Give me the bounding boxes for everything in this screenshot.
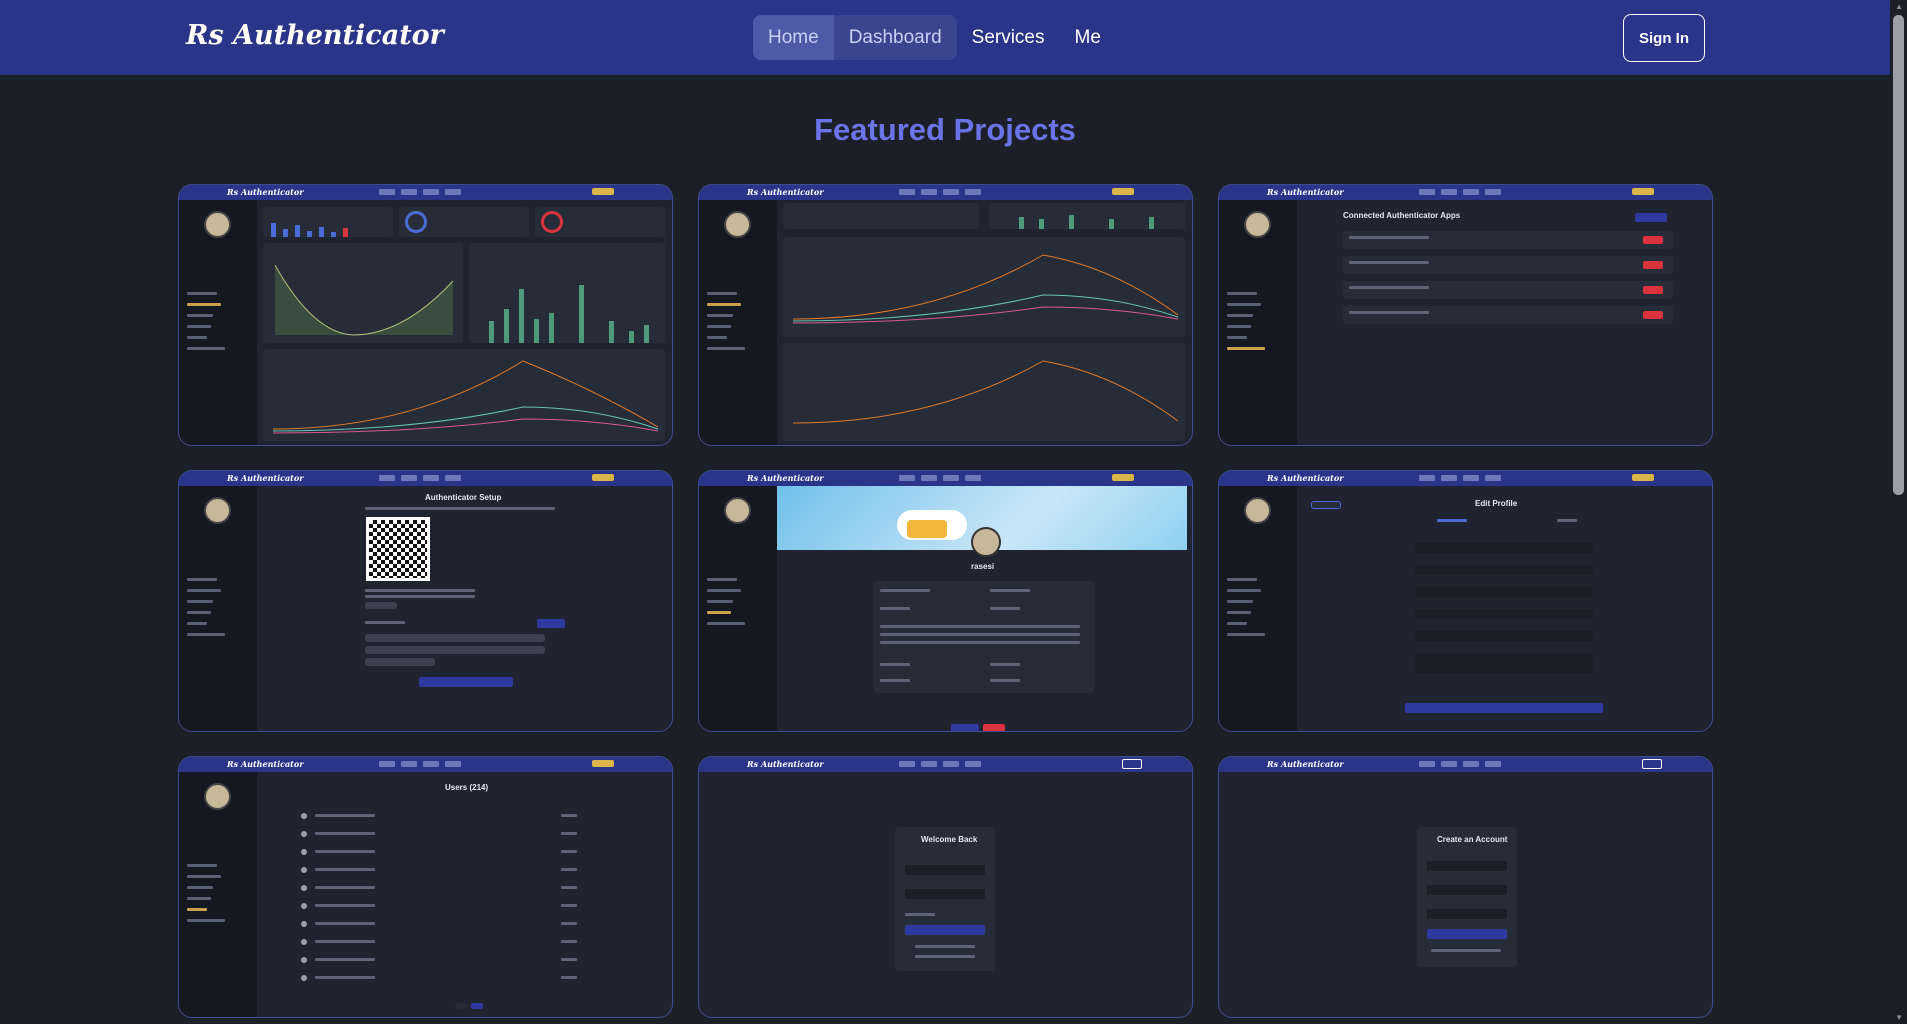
- table-row: [301, 849, 591, 857]
- qr-code: [366, 517, 430, 581]
- nav-dashboard[interactable]: Dashboard: [833, 15, 957, 60]
- mini-area-chart: [263, 243, 463, 343]
- nav-services[interactable]: Services: [957, 15, 1060, 60]
- edit-profile-form: [1405, 529, 1603, 679]
- table-row: [301, 813, 591, 821]
- mini-navbar: Rs Authenticator: [1219, 757, 1712, 772]
- top-navbar: Rs Authenticator Home Dashboard Services…: [0, 0, 1890, 75]
- table-row: [301, 957, 591, 965]
- project-card-signup[interactable]: Rs Authenticator Create an Account: [1218, 756, 1713, 1018]
- mini-sidebar: [1219, 200, 1297, 445]
- table-row: [301, 975, 591, 983]
- scroll-down-icon[interactable]: ▼: [1895, 1013, 1903, 1022]
- mini-gauge-panel-2: [535, 207, 665, 237]
- nav-me[interactable]: Me: [1060, 15, 1116, 60]
- project-card-users[interactable]: Rs Authenticator Users (214): [178, 756, 673, 1018]
- mini-bar-chart: [469, 243, 665, 343]
- page-scrollbar[interactable]: ▲ ▼: [1890, 0, 1907, 1024]
- mini-title: Create an Account: [1437, 835, 1508, 844]
- nav-home[interactable]: Home: [753, 15, 834, 60]
- mini-sidebar: [1219, 486, 1297, 731]
- table-row: [301, 921, 591, 929]
- brand-logo[interactable]: Rs Authenticator: [186, 20, 444, 51]
- nav-links: Home Dashboard Services Me: [753, 15, 1116, 60]
- table-row: [301, 885, 591, 893]
- scroll-thumb[interactable]: [1893, 15, 1904, 495]
- mini-title: Authenticator Setup: [425, 493, 502, 502]
- mini-sidebar: [179, 772, 257, 1017]
- mini-title: Welcome Back: [921, 835, 978, 844]
- mini-bar-panel: [263, 207, 393, 237]
- mini-panel: [989, 203, 1185, 229]
- table-row: [301, 903, 591, 911]
- mini-sidebar: [179, 200, 257, 445]
- mini-brand: Rs Authenticator: [747, 759, 824, 769]
- mini-brand: Rs Authenticator: [1267, 187, 1344, 197]
- mini-brand: Rs Authenticator: [227, 187, 304, 197]
- mini-sidebar: [699, 486, 777, 731]
- profile-details: [874, 581, 1094, 693]
- mini-title: Users (214): [445, 783, 489, 792]
- mini-title: Connected Authenticator Apps: [1343, 211, 1461, 220]
- mini-line-chart: [263, 349, 665, 441]
- project-card-edit-profile[interactable]: Rs Authenticator Edit Profile: [1218, 470, 1713, 732]
- mini-brand: Rs Authenticator: [747, 187, 824, 197]
- signup-box: Create an Account: [1417, 827, 1517, 967]
- mini-navbar: Rs Authenticator: [1219, 185, 1712, 200]
- mini-navbar: Rs Authenticator: [699, 185, 1192, 200]
- mini-gauge-panel: [399, 207, 529, 237]
- project-card-profile[interactable]: Rs Authenticator rasesi: [698, 470, 1193, 732]
- mini-line-chart: [783, 237, 1185, 337]
- table-row: [301, 939, 591, 947]
- mini-line-chart-2: [783, 343, 1185, 441]
- mini-navbar: Rs Authenticator: [1219, 471, 1712, 486]
- mini-panel: [783, 203, 979, 229]
- mini-title: Edit Profile: [1475, 499, 1518, 508]
- mini-navbar: Rs Authenticator: [179, 757, 672, 772]
- project-card-signin[interactable]: Rs Authenticator Welcome Back: [698, 756, 1193, 1018]
- mini-navbar: Rs Authenticator: [179, 471, 672, 486]
- table-row: [301, 831, 591, 839]
- mini-navbar: Rs Authenticator: [179, 185, 672, 200]
- mini-navbar: Rs Authenticator: [699, 471, 1192, 486]
- mini-brand: Rs Authenticator: [227, 473, 304, 483]
- mini-sidebar: [179, 486, 257, 731]
- mini-brand: Rs Authenticator: [227, 759, 304, 769]
- page-title: Featured Projects: [814, 112, 1076, 147]
- project-card-setup[interactable]: Rs Authenticator Authenticator Setup: [178, 470, 673, 732]
- table-row: [301, 867, 591, 875]
- sign-in-button[interactable]: Sign In: [1623, 14, 1705, 62]
- mini-sidebar: [699, 200, 777, 445]
- project-card-connected-apps[interactable]: Rs Authenticator Connected Authenticator…: [1218, 184, 1713, 446]
- project-card-dashboard[interactable]: Rs Authenticator: [178, 184, 673, 446]
- scroll-up-icon[interactable]: ▲: [1895, 2, 1903, 11]
- mini-navbar: Rs Authenticator: [699, 757, 1192, 772]
- mini-brand: Rs Authenticator: [1267, 473, 1344, 483]
- mini-brand: Rs Authenticator: [1267, 759, 1344, 769]
- project-card-traffic[interactable]: Rs Authenticator: [698, 184, 1193, 446]
- mini-brand: Rs Authenticator: [747, 473, 824, 483]
- mini-title: rasesi: [971, 562, 995, 571]
- signin-box: Welcome Back: [895, 827, 995, 971]
